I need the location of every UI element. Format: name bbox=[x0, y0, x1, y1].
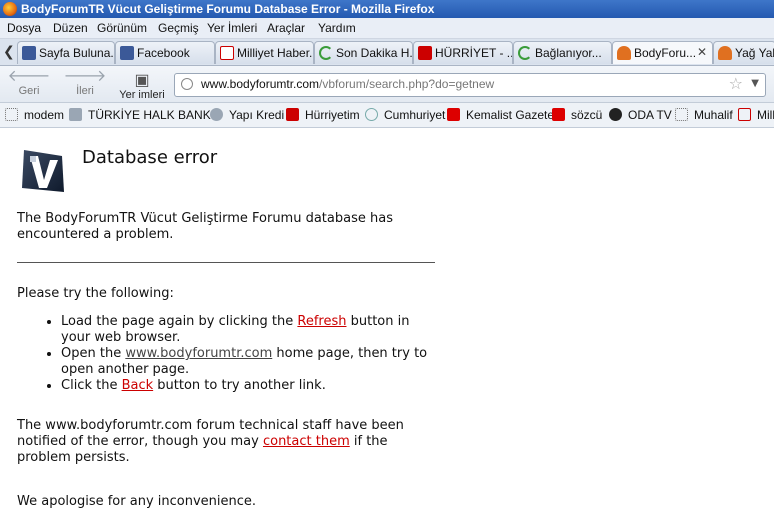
close-tab-icon[interactable]: ✕ bbox=[697, 45, 707, 59]
bookmarks-toolbar: modem TÜRKİYE HALK BANK... Yapı Kredi Hü… bbox=[0, 103, 774, 128]
odatv-icon bbox=[609, 108, 622, 121]
list-item: Click the Back button to try another lin… bbox=[61, 378, 436, 394]
tab-milliyet[interactable]: Milliyet Haber... bbox=[215, 41, 314, 64]
yapikredi-icon bbox=[210, 108, 223, 121]
page-icon bbox=[5, 108, 18, 121]
menu-tools[interactable]: Araçlar bbox=[267, 21, 305, 35]
tab-son-dakika[interactable]: Son Dakika H... bbox=[314, 41, 413, 64]
firefox-icon bbox=[3, 2, 17, 16]
navigation-toolbar: 🡐 Geri 🡒 İleri ▣ Yer imleri www.bodyforu… bbox=[0, 66, 774, 103]
loading-icon bbox=[319, 46, 333, 60]
menu-bookmarks[interactable]: Yer İmleri bbox=[207, 21, 257, 35]
tab-yag-yakim[interactable]: Yağ Yakı bbox=[713, 41, 774, 64]
chevron-down-icon[interactable]: ▼ bbox=[751, 78, 759, 89]
window-title: BodyForumTR Vücut Geliştirme Forumu Data… bbox=[21, 2, 435, 16]
tab-bodyforum[interactable]: BodyForu... ✕ bbox=[612, 41, 713, 64]
try-following-text: Please try the following: bbox=[17, 286, 174, 301]
tab-facebook[interactable]: Facebook bbox=[115, 41, 215, 64]
window-title-bar: BodyForumTR Vücut Geliştirme Forumu Data… bbox=[0, 0, 774, 18]
refresh-link[interactable]: Refresh bbox=[297, 314, 346, 329]
bookmark-kemalist-gazete[interactable]: Kemalist Gazete bbox=[447, 108, 554, 122]
tab-baglaniyor[interactable]: Bağlanıyor... bbox=[513, 41, 612, 64]
tab-hurriyet[interactable]: HÜRRİYET - ... bbox=[413, 41, 513, 64]
suggestions-list: Load the page again by clicking the Refr… bbox=[0, 314, 436, 394]
staff-notice-text: The www.bodyforumtr.com forum technical … bbox=[17, 418, 404, 465]
bookmark-cumhuriyet[interactable]: Cumhuriyet bbox=[365, 108, 445, 122]
halkbank-icon bbox=[69, 108, 82, 121]
address-bar[interactable]: www.bodyforumtr.com/vbforum/search.php?d… bbox=[174, 73, 766, 97]
error-intro-text: The BodyForumTR Vücut Geliştirme Forumu … bbox=[17, 211, 393, 242]
forward-button[interactable]: 🡒 İleri bbox=[60, 67, 110, 101]
homepage-link[interactable]: www.bodyforumtr.com bbox=[125, 346, 272, 361]
bookmark-yapikredi[interactable]: Yapı Kredi bbox=[210, 108, 284, 122]
bodyforum-logo bbox=[22, 150, 64, 192]
menu-edit[interactable]: Düzen bbox=[53, 21, 88, 35]
turkish-flag-icon bbox=[447, 108, 460, 121]
hurriyet-icon bbox=[286, 108, 299, 121]
page-content: Database error The BodyForumTR Vücut Gel… bbox=[0, 128, 774, 529]
facebook-icon bbox=[120, 46, 134, 60]
menu-file[interactable]: Dosya bbox=[7, 21, 41, 35]
bookmark-halkbank[interactable]: TÜRKİYE HALK BANK... bbox=[69, 108, 221, 122]
apology-text: We apologise for any inconvenience. bbox=[17, 494, 257, 509]
menu-history[interactable]: Geçmiş bbox=[158, 21, 199, 35]
cumhuriyet-icon bbox=[365, 108, 378, 121]
bodyforum-icon bbox=[718, 46, 732, 60]
loading-icon bbox=[518, 46, 532, 60]
back-button[interactable]: 🡐 Geri bbox=[4, 67, 54, 101]
tab-sayfa-bulunamadi[interactable]: Sayfa Buluna... bbox=[17, 41, 115, 64]
menu-bar: Dosya Düzen Görünüm Geçmiş Yer İmleri Ar… bbox=[0, 18, 774, 39]
globe-icon bbox=[181, 78, 193, 90]
back-link[interactable]: Back bbox=[122, 378, 154, 393]
contact-them-link[interactable]: contact them bbox=[263, 434, 350, 449]
milliyet-icon bbox=[220, 46, 234, 60]
address-url[interactable]: www.bodyforumtr.com/vbforum/search.php?d… bbox=[201, 77, 494, 91]
bookmark-sozcu[interactable]: sözcü bbox=[552, 108, 602, 122]
bookmark-milliyet[interactable]: Milli bbox=[738, 108, 774, 122]
menu-help[interactable]: Yardım bbox=[318, 21, 356, 35]
bookmarks-button[interactable]: ▣ Yer imleri bbox=[117, 71, 167, 105]
bookmark-star-icon: ▣ bbox=[134, 72, 150, 89]
bookmark-muhalif[interactable]: Muhalif bbox=[675, 108, 733, 122]
arrow-left-icon: 🡐 bbox=[7, 68, 51, 85]
page-icon bbox=[675, 108, 688, 121]
arrow-right-icon: 🡒 bbox=[63, 68, 107, 85]
bookmark-star-icon[interactable]: ☆ bbox=[729, 74, 743, 93]
list-item: Load the page again by clicking the Refr… bbox=[61, 314, 436, 346]
bookmark-odatv[interactable]: ODA TV bbox=[609, 108, 672, 122]
facebook-icon bbox=[22, 46, 36, 60]
hurriyet-icon bbox=[418, 46, 432, 60]
menu-view[interactable]: Görünüm bbox=[97, 21, 147, 35]
bookmark-modem[interactable]: modem bbox=[5, 108, 64, 122]
divider bbox=[17, 262, 435, 263]
tab-scroll-left-icon[interactable]: ❮ bbox=[3, 44, 15, 60]
page-title: Database error bbox=[82, 147, 218, 168]
list-item: Open the www.bodyforumtr.com home page, … bbox=[61, 346, 436, 378]
milliyet-icon bbox=[738, 108, 751, 121]
bodyforum-icon bbox=[617, 46, 631, 60]
sozcu-icon bbox=[552, 108, 565, 121]
bookmark-hurriyetim[interactable]: Hürriyetim bbox=[286, 108, 360, 122]
